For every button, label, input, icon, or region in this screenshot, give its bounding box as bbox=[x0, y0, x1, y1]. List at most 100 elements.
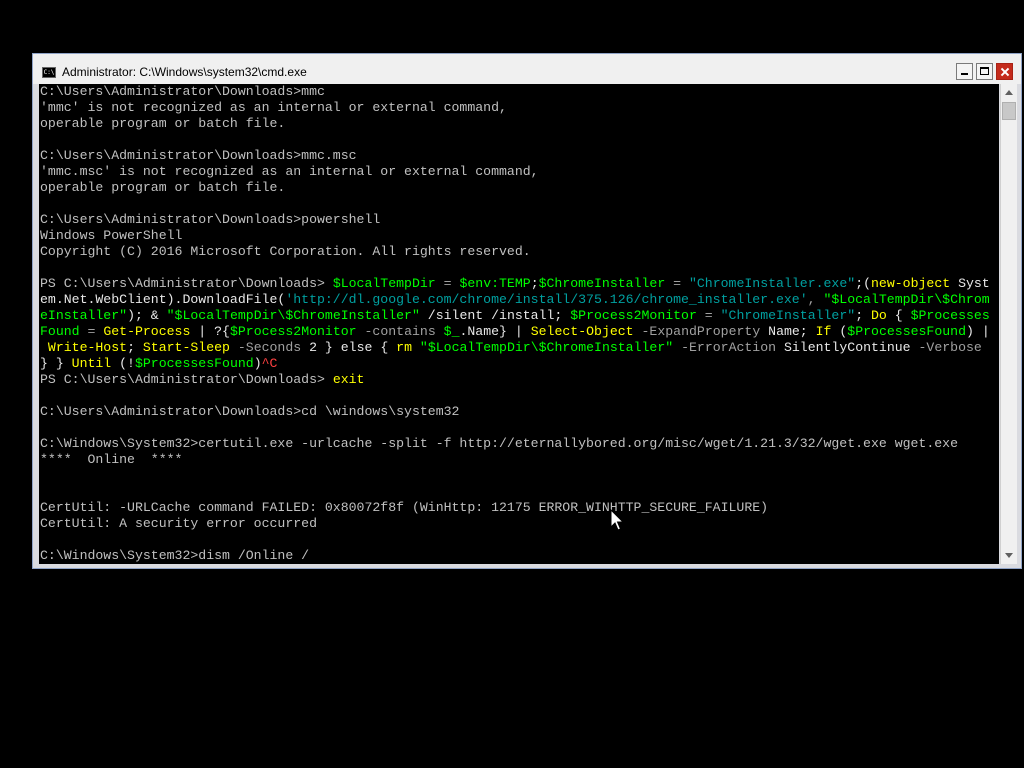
mouse-pointer-icon bbox=[610, 509, 625, 531]
vertical-scrollbar[interactable] bbox=[1000, 84, 1017, 564]
console-text: ^C bbox=[261, 356, 278, 371]
console-text: | ?{ bbox=[190, 324, 230, 339]
console-text: C:\Windows\System32>certutil.exe -urlcac… bbox=[40, 436, 958, 451]
maximize-button[interactable] bbox=[976, 63, 993, 80]
console-text: SilentlyContinue bbox=[783, 340, 911, 355]
console-text: Start-Sleep bbox=[142, 340, 230, 355]
console-text: $Process2Monitor bbox=[229, 324, 357, 339]
console-text: } bbox=[317, 340, 341, 355]
console-text: Name; bbox=[768, 324, 816, 339]
console-text: ( bbox=[831, 324, 848, 339]
console-line: PS C:\Users\Administrator\Downloads> $Lo… bbox=[39, 276, 999, 292]
console-text: ;( bbox=[855, 276, 872, 291]
console-text: CertUtil: A security error occurred bbox=[40, 516, 317, 531]
console-text: = bbox=[435, 276, 460, 291]
scrollbar-thumb[interactable] bbox=[1002, 102, 1016, 120]
cmd-window: C:\ Administrator: C:\Windows\system32\c… bbox=[32, 53, 1022, 569]
console-text: PS C:\Users\Administrator\Downloads> bbox=[40, 276, 333, 291]
console-text: Until bbox=[71, 356, 112, 371]
console-text: $env:TEMP bbox=[459, 276, 531, 291]
console-line: 'mmc' is not recognized as an internal o… bbox=[39, 100, 999, 116]
console-text: PS C:\Users\Administrator\Downloads> bbox=[40, 372, 333, 387]
console-text: C:\Windows\System32>dism /Online / bbox=[40, 548, 310, 563]
console-line: **** Online **** bbox=[39, 452, 999, 468]
console-text: 2 bbox=[309, 340, 318, 355]
console-line: Found = Get-Process | ?{$Process2Monitor… bbox=[39, 324, 999, 340]
console-line: CertUtil: A security error occurred bbox=[39, 516, 999, 532]
console-text: (! bbox=[111, 356, 135, 371]
console-line: C:\Windows\System32>dism /Online / bbox=[39, 548, 999, 564]
console-text: Do bbox=[871, 308, 887, 323]
console-text: $ProcessesFound bbox=[134, 356, 254, 371]
console-text: ; bbox=[127, 340, 143, 355]
console-text: .Name} | bbox=[459, 324, 531, 339]
console-text: exit bbox=[332, 372, 365, 387]
console-text: **** Online **** bbox=[40, 452, 183, 467]
console-text: 'mmc.msc' is not recognized as an intern… bbox=[40, 164, 539, 179]
console-text: { bbox=[372, 340, 397, 355]
console-text: ) | bbox=[966, 324, 990, 339]
console-text: C:\Users\Administrator\Downloads>mmc.msc bbox=[40, 148, 357, 163]
window-title: Administrator: C:\Windows\system32\cmd.e… bbox=[62, 65, 307, 79]
scroll-up-arrow-icon[interactable] bbox=[1001, 84, 1017, 100]
console-text: 'http://dl.google.com/chrome/install/375… bbox=[285, 292, 808, 307]
console-text: C:\Users\Administrator\Downloads>powersh… bbox=[40, 212, 381, 227]
console-output[interactable]: C:\Users\Administrator\Downloads>mmc'mmc… bbox=[39, 84, 999, 564]
console-line: Windows PowerShell bbox=[39, 228, 999, 244]
console-line: CertUtil: -URLCache command FAILED: 0x80… bbox=[39, 500, 999, 516]
console-text: = bbox=[79, 324, 104, 339]
console-text: 'mmc' is not recognized as an internal o… bbox=[40, 100, 507, 115]
console-text: Windows PowerShell bbox=[40, 228, 183, 243]
console-text: $_ bbox=[443, 324, 460, 339]
console-line: C:\Users\Administrator\Downloads>mmc bbox=[39, 84, 999, 100]
console-text: /silent /install; bbox=[419, 308, 571, 323]
console-text: -ExpandProperty bbox=[633, 324, 769, 339]
console-line: em.Net.WebClient).DownloadFile('http://d… bbox=[39, 292, 999, 308]
console-text: Get-Process bbox=[103, 324, 191, 339]
console-text: C:\Users\Administrator\Downloads>mmc bbox=[40, 84, 325, 99]
console-text: { bbox=[886, 308, 911, 323]
console-text: ); & bbox=[127, 308, 167, 323]
console-text: C:\Users\Administrator\Downloads>cd \win… bbox=[40, 404, 460, 419]
console-line: C:\Users\Administrator\Downloads>powersh… bbox=[39, 212, 999, 228]
console-line: 'mmc.msc' is not recognized as an intern… bbox=[39, 164, 999, 180]
console-text: "$LocalTempDir\$ChromeInstaller" bbox=[419, 340, 674, 355]
console-text: $Process2Monitor bbox=[570, 308, 697, 323]
console-text: operable program or batch file. bbox=[40, 116, 286, 131]
console-line: Copyright (C) 2016 Microsoft Corporation… bbox=[39, 244, 999, 260]
console-text: } } bbox=[40, 356, 72, 371]
console-text: em.Net.WebClient).DownloadFile( bbox=[40, 292, 286, 307]
console-text: ; bbox=[855, 308, 872, 323]
console-text: Found bbox=[40, 324, 80, 339]
console-text: "ChromeInstaller" bbox=[720, 308, 856, 323]
console-text: Syst bbox=[950, 276, 990, 291]
console-text: new-object bbox=[871, 276, 951, 291]
cmd-icon: C:\ bbox=[42, 67, 56, 78]
console-text: "ChromeInstaller.exe" bbox=[688, 276, 856, 291]
minimize-button[interactable] bbox=[956, 63, 973, 80]
console-text: $Processes bbox=[910, 308, 990, 323]
console-line: } } Until (!$ProcessesFound)^C bbox=[39, 356, 999, 372]
title-bar[interactable]: C:\ Administrator: C:\Windows\system32\c… bbox=[33, 54, 1021, 84]
console-line: operable program or batch file. bbox=[39, 180, 999, 196]
console-line: PS C:\Users\Administrator\Downloads> exi… bbox=[39, 372, 999, 388]
console-line: C:\Users\Administrator\Downloads>mmc.msc bbox=[39, 148, 999, 164]
close-button[interactable] bbox=[996, 63, 1013, 80]
console-text: ) bbox=[253, 356, 262, 371]
console-text: "$LocalTempDir\$Chrom bbox=[823, 292, 990, 307]
console-line: operable program or batch file. bbox=[39, 116, 999, 132]
scroll-down-arrow-icon[interactable] bbox=[1001, 548, 1017, 564]
console-text: CertUtil: -URLCache command FAILED: 0x80… bbox=[40, 500, 769, 515]
console-text: Write-Host bbox=[40, 340, 128, 355]
console-text: If bbox=[815, 324, 832, 339]
console-text: Select-Object bbox=[530, 324, 634, 339]
console-text: operable program or batch file. bbox=[40, 180, 286, 195]
console-text: -Seconds bbox=[229, 340, 310, 355]
